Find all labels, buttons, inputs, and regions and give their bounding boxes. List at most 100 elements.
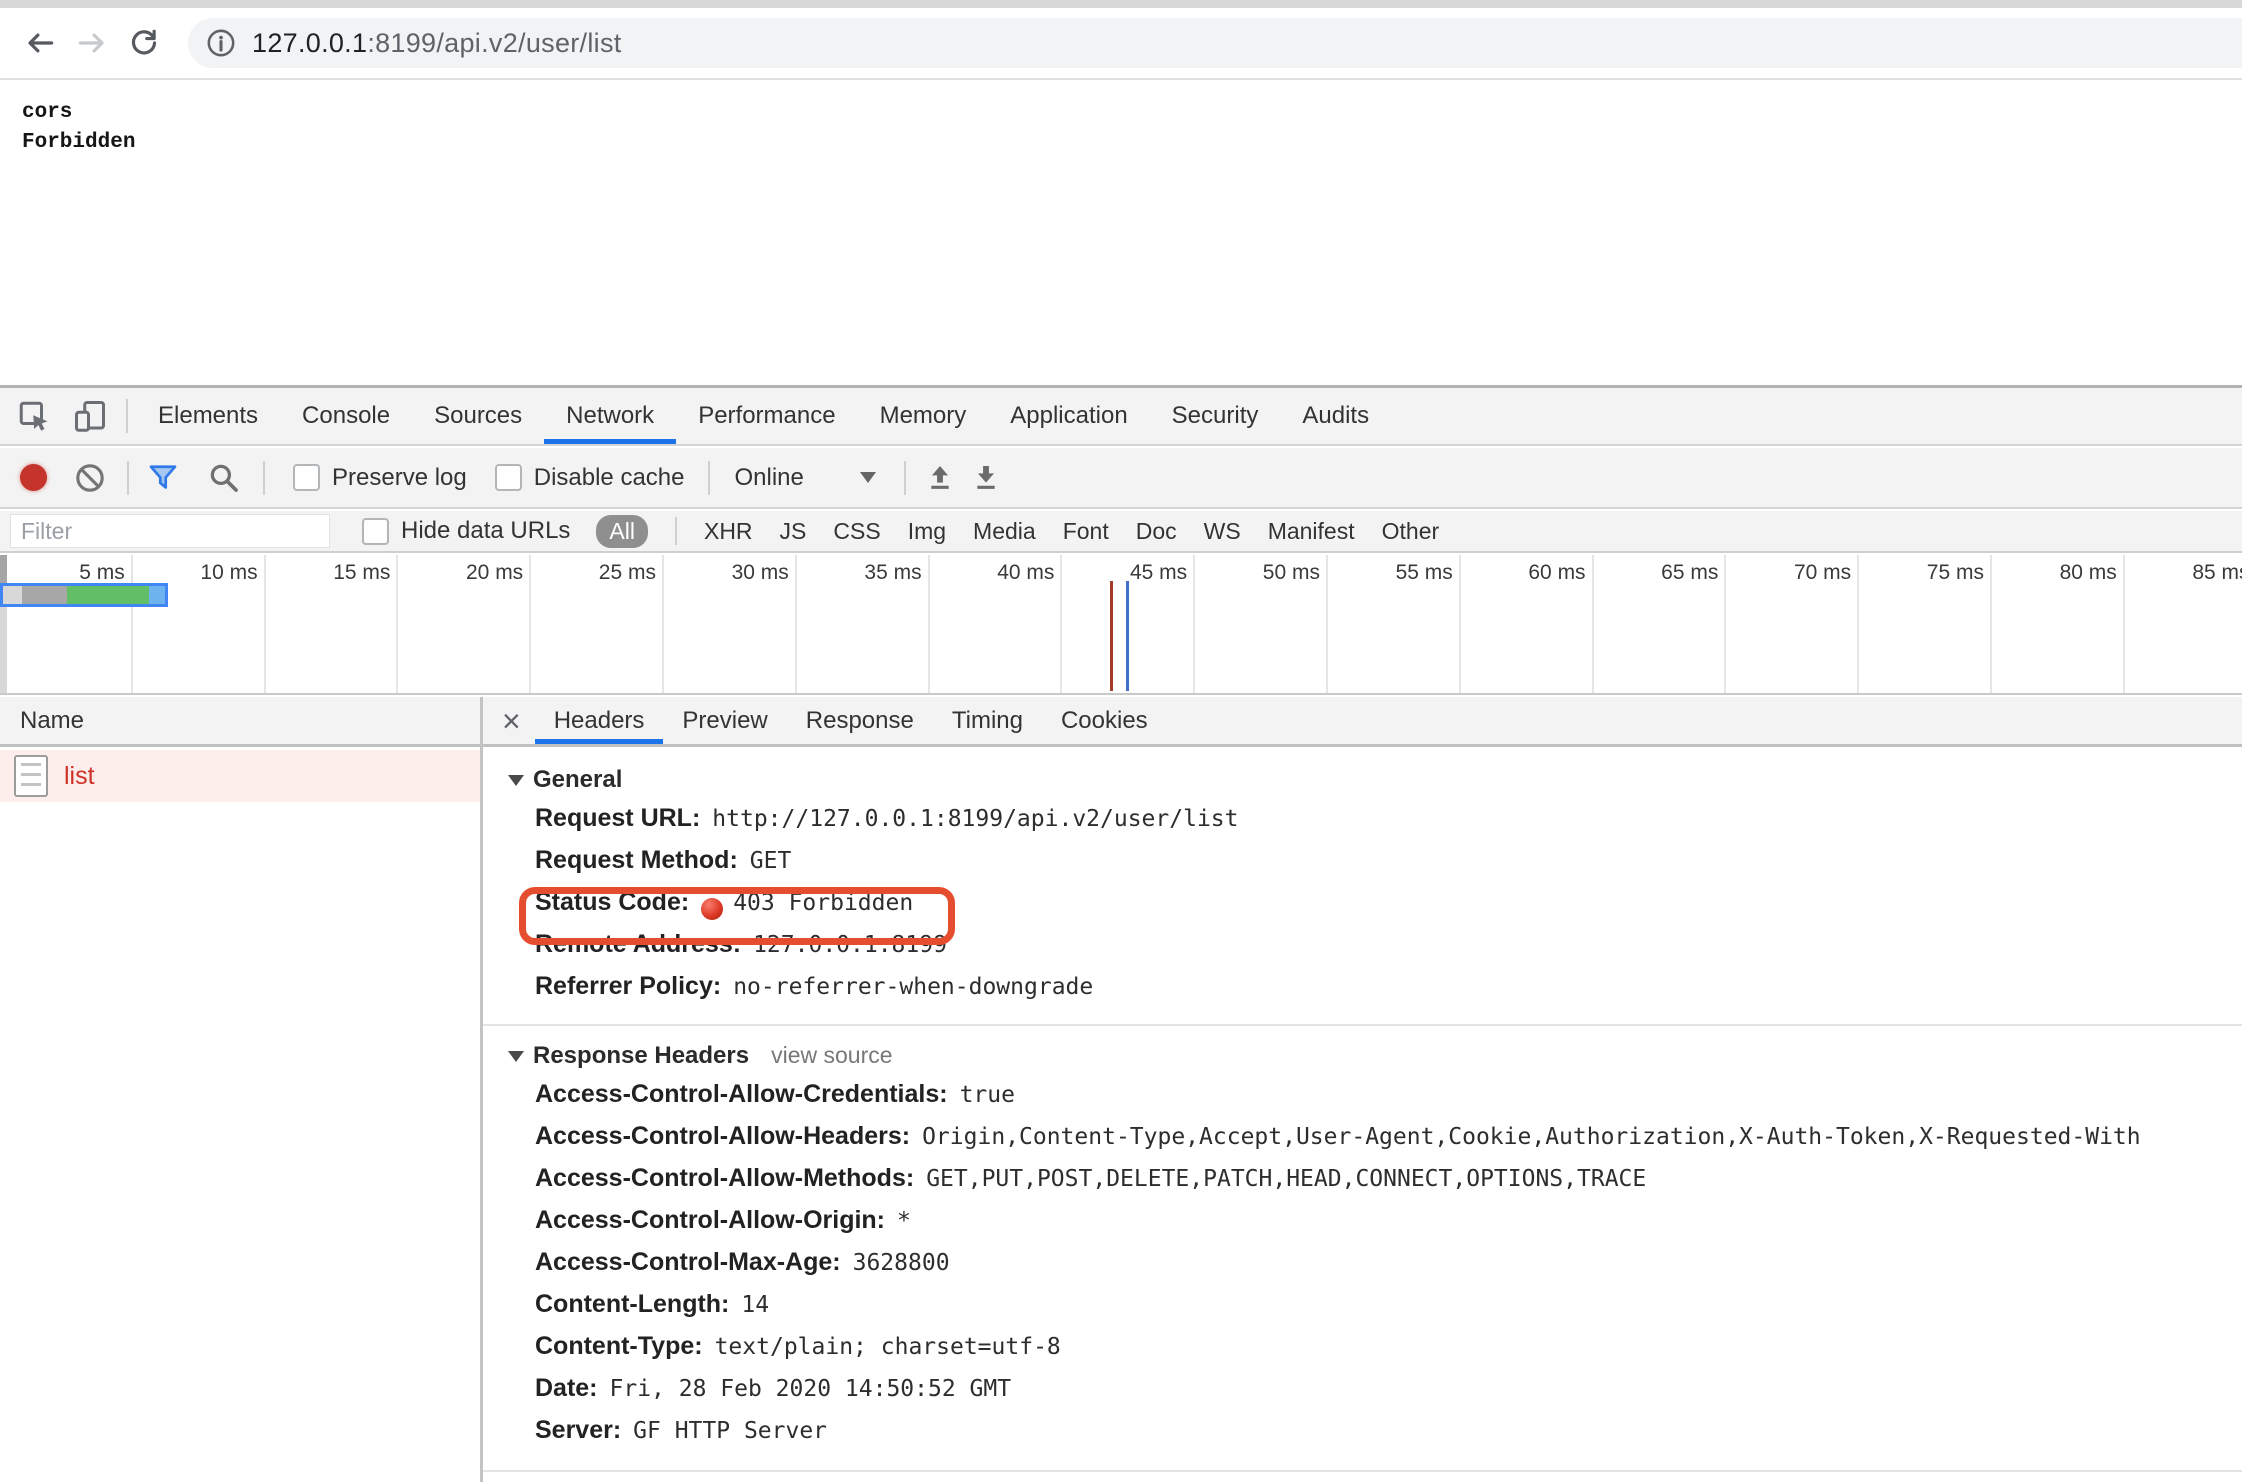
network-overview-timeline[interactable]: 5 ms10 ms15 ms20 ms25 ms30 ms35 ms40 ms4… [0,555,2242,695]
resource-type-chip[interactable]: All [596,515,648,548]
header-name: Referrer Policy: [535,972,721,1001]
close-icon[interactable]: × [502,705,521,737]
devtools-tab[interactable]: Audits [1280,388,1391,444]
devtools-tab[interactable]: Application [988,388,1149,444]
filter-toggle-button[interactable] [145,460,181,496]
header-row: Access-Control-Allow-Methods: GET,PUT,PO… [535,1164,2242,1206]
url-host: 127.0.0.1 [252,28,367,59]
header-value: 127.0.0.1:8199 [753,932,947,958]
header-value: * [897,1208,911,1234]
devtools-tab[interactable]: Elements [136,388,280,444]
search-icon [207,461,241,495]
resource-type-chip[interactable]: Media [973,518,1036,545]
devtools-tab[interactable]: Sources [412,388,544,444]
header-name: Access-Control-Allow-Methods: [535,1164,914,1193]
info-icon[interactable] [204,26,238,60]
detail-tab[interactable]: Response [787,697,933,744]
header-value: GF HTTP Server [633,1418,827,1444]
devtools-tab[interactable]: Network [544,388,676,444]
timeline-tick-label: 70 ms [1726,555,1857,585]
timeline-tick-label: 40 ms [930,555,1061,585]
header-row: Status Code: 403 Forbidden [535,888,2242,930]
header-name: Access-Control-Allow-Credentials: [535,1080,948,1109]
timeline-tick-label: 5 ms [0,555,131,585]
timeline-tick-label: 25 ms [531,555,662,585]
forward-button[interactable] [66,17,118,69]
collapse-triangle-icon [508,1051,524,1062]
funnel-icon [145,460,181,496]
search-button[interactable] [207,461,241,495]
timeline-left-artifact [0,555,7,693]
timeline-tick-label: 20 ms [398,555,529,585]
url-bar[interactable]: 127.0.0.1:8199/api.v2/user/list [188,18,2242,68]
devtools-tab[interactable]: Console [280,388,412,444]
back-button[interactable] [14,17,66,69]
resource-type-chip[interactable]: XHR [704,518,753,545]
devtools-tab[interactable]: Memory [858,388,989,444]
timeline-tick-label: 80 ms [1992,555,2123,585]
inspect-element-button[interactable] [6,394,62,438]
filter-input[interactable] [10,514,330,548]
name-column-header[interactable]: Name [0,697,480,744]
import-har-button[interactable] [924,462,956,494]
clear-button[interactable] [73,461,107,495]
panel-split-divider[interactable] [480,697,483,1482]
checkbox-box[interactable] [293,464,320,491]
header-row: Content-Type: text/plain; charset=utf-8 [535,1332,2242,1374]
header-value: 14 [741,1292,769,1318]
toggle-device-toolbar-button[interactable] [62,394,118,438]
detail-tab[interactable]: Preview [663,697,786,744]
throttling-dropdown[interactable]: Online [734,464,875,492]
resource-type-chip[interactable]: Manifest [1268,518,1355,545]
header-value: Fri, 28 Feb 2020 14:50:52 GMT [610,1376,1012,1402]
network-table-header: Name × HeadersPreviewResponseTimingCooki… [0,697,2242,747]
resource-type-chip[interactable]: Doc [1136,518,1177,545]
timeline-tick-label: 50 ms [1195,555,1326,585]
timeline-column: 45 ms [1062,555,1195,693]
detail-tab[interactable]: Cookies [1042,697,1167,744]
resource-type-chip[interactable]: CSS [833,518,880,545]
devtools-tab[interactable]: Security [1150,388,1281,444]
timeline-column: 30 ms [664,555,797,693]
timeline-column: 10 ms [133,555,266,693]
header-row: Server: GF HTTP Server [535,1416,2242,1458]
header-name: Remote Address: [535,930,741,959]
detail-tab[interactable]: Timing [933,697,1042,744]
header-value: 3628800 [853,1250,950,1276]
waterfall-segment-download [149,586,165,604]
checkbox-box[interactable] [495,464,522,491]
export-har-button[interactable] [970,462,1002,494]
toolbar-separator [126,399,128,433]
general-section-header[interactable]: General [483,750,2242,804]
section-divider [483,1470,2242,1472]
header-name: Server: [535,1416,621,1445]
resource-type-chip[interactable]: Img [908,518,946,545]
record-button[interactable] [20,464,47,491]
reload-button[interactable] [118,17,170,69]
request-row-list[interactable]: list [0,750,480,802]
view-source-link[interactable]: view source [771,1042,892,1069]
resource-type-chip[interactable]: WS [1204,518,1241,545]
preserve-log-checkbox[interactable]: Preserve log [293,464,467,492]
resource-type-chip[interactable]: Other [1382,518,1440,545]
timeline-column: 60 ms [1461,555,1594,693]
header-row: Remote Address: 127.0.0.1:8199 [535,930,2242,972]
devtools-tab[interactable]: Performance [676,388,857,444]
resource-type-chip[interactable]: JS [780,518,807,545]
disable-cache-checkbox[interactable]: Disable cache [495,464,685,492]
detail-tab[interactable]: Headers [535,697,664,744]
response-headers-section-header[interactable]: Response Headers view source [483,1026,2242,1080]
header-name: Content-Length: [535,1290,729,1319]
checkbox-box[interactable] [362,518,389,545]
browser-toolbar: 127.0.0.1:8199/api.v2/user/list [0,8,2242,80]
resource-type-chip[interactable]: Font [1063,518,1109,545]
timeline-column: 55 ms [1328,555,1461,693]
hide-data-urls-checkbox[interactable]: Hide data URLs [362,517,570,545]
header-name: Access-Control-Max-Age: [535,1248,841,1277]
document-icon [14,755,48,797]
header-name: Status Code: [535,888,689,917]
header-row: Request URL: http://127.0.0.1:8199/api.v… [535,804,2242,846]
timeline-column: 80 ms [1992,555,2125,693]
headers-panel: General Request URL: http://127.0.0.1:81… [483,750,2242,1482]
header-value: GET [750,848,792,874]
